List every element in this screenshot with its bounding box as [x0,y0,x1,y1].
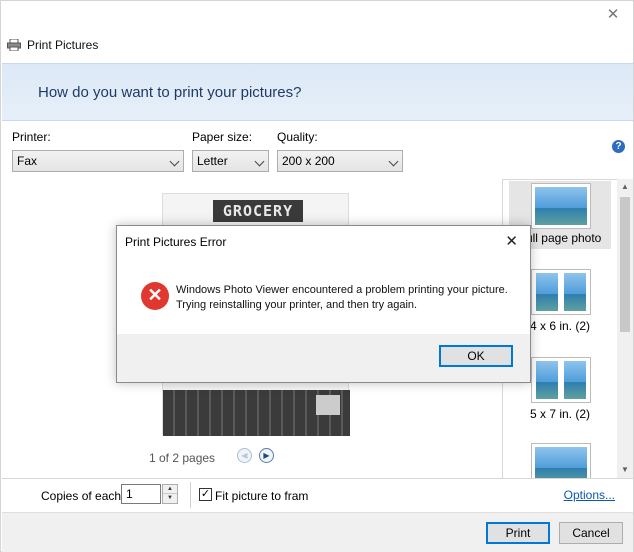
error-message-line: Windows Photo Viewer encountered a probl… [176,284,508,296]
cancel-button[interactable]: Cancel [559,522,623,544]
layout-thumbnail [531,183,591,229]
chevron-down-icon [388,156,399,167]
ok-button[interactable]: OK [439,345,513,367]
layout-thumbnail [531,443,591,478]
error-icon: ✕ [141,282,169,310]
landscape-photo-icon [536,361,558,399]
chevron-down-icon [169,156,180,167]
error-dialog: Print Pictures Error ✕ ✕ Windows Photo V… [116,225,531,383]
paper-size-label: Paper size: [192,130,253,144]
stepper-down-icon[interactable]: ▼ [163,494,177,503]
options-bar: Copies of each 1 ▲ ▼ ✓ Fit picture to fr… [2,478,633,512]
window-title: Print Pictures [27,38,99,52]
copies-input[interactable]: 1 [121,484,161,504]
next-page-button[interactable]: ▶ [259,448,274,463]
landscape-photo-icon [535,447,587,478]
help-icon[interactable]: ? [612,140,625,153]
header-banner: How do you want to print your pictures? [2,63,633,121]
printer-select-value: Fax [17,154,38,168]
layout-thumbnail [531,357,591,403]
previous-page-button[interactable]: ◀ [237,448,252,463]
arrow-right-icon: ▶ [263,451,270,460]
layout-thumbnail [531,269,591,315]
copies-label: Copies of each [41,489,122,503]
landscape-photo-icon [536,273,558,311]
stepper-up-icon[interactable]: ▲ [163,485,177,494]
error-dialog-footer: OK [117,334,530,382]
scroll-up-icon[interactable]: ▲ [617,179,633,195]
printer-label: Printer: [12,130,51,144]
landscape-photo-icon [564,273,586,311]
quality-select-value: 200 x 200 [282,154,335,168]
chevron-down-icon [254,156,265,167]
paper-size-select-value: Letter [197,154,228,168]
scroll-down-icon[interactable]: ▼ [617,462,633,478]
page-count-text: 1 of 2 pages [149,451,216,465]
fit-picture-label: Fit picture to fram [215,489,309,503]
fit-picture-checkbox[interactable]: ✓ [199,488,212,501]
window-close-icon[interactable]: ✕ [605,7,621,23]
page-heading: How do you want to print your pictures? [38,84,302,101]
layout-scrollbar[interactable]: ▲ ▼ [617,179,633,478]
paper-size-select[interactable]: Letter [192,150,269,172]
preview-sign-text: GROCERY [213,200,303,222]
close-icon[interactable]: ✕ [505,232,518,250]
error-message: Windows Photo Viewer encountered a probl… [176,283,521,313]
copies-stepper[interactable]: ▲ ▼ [162,484,178,504]
window-title-bar: Print Pictures [7,37,98,53]
printer-icon [7,38,21,52]
quality-label: Quality: [277,130,318,144]
dialog-footer: Print Cancel [2,512,633,552]
scroll-thumb[interactable] [620,197,630,332]
landscape-photo-icon [564,361,586,399]
quality-select[interactable]: 200 x 200 [277,150,403,172]
error-message-line: Trying reinstalling your printer, and th… [176,299,418,311]
page-indicator: 1 of 2 pages [149,451,215,465]
divider [190,482,191,508]
options-link[interactable]: Options... [564,488,615,502]
layout-label: 5 x 7 in. (2) [529,407,591,421]
error-dialog-title: Print Pictures Error [125,235,227,249]
arrow-left-icon: ◀ [241,451,248,460]
preview-photo [163,390,350,436]
landscape-photo-icon [535,187,587,225]
printer-select[interactable]: Fax [12,150,184,172]
preview-photo-sign [316,395,340,415]
checkmark-icon: ✓ [200,488,211,500]
print-button[interactable]: Print [486,522,550,544]
